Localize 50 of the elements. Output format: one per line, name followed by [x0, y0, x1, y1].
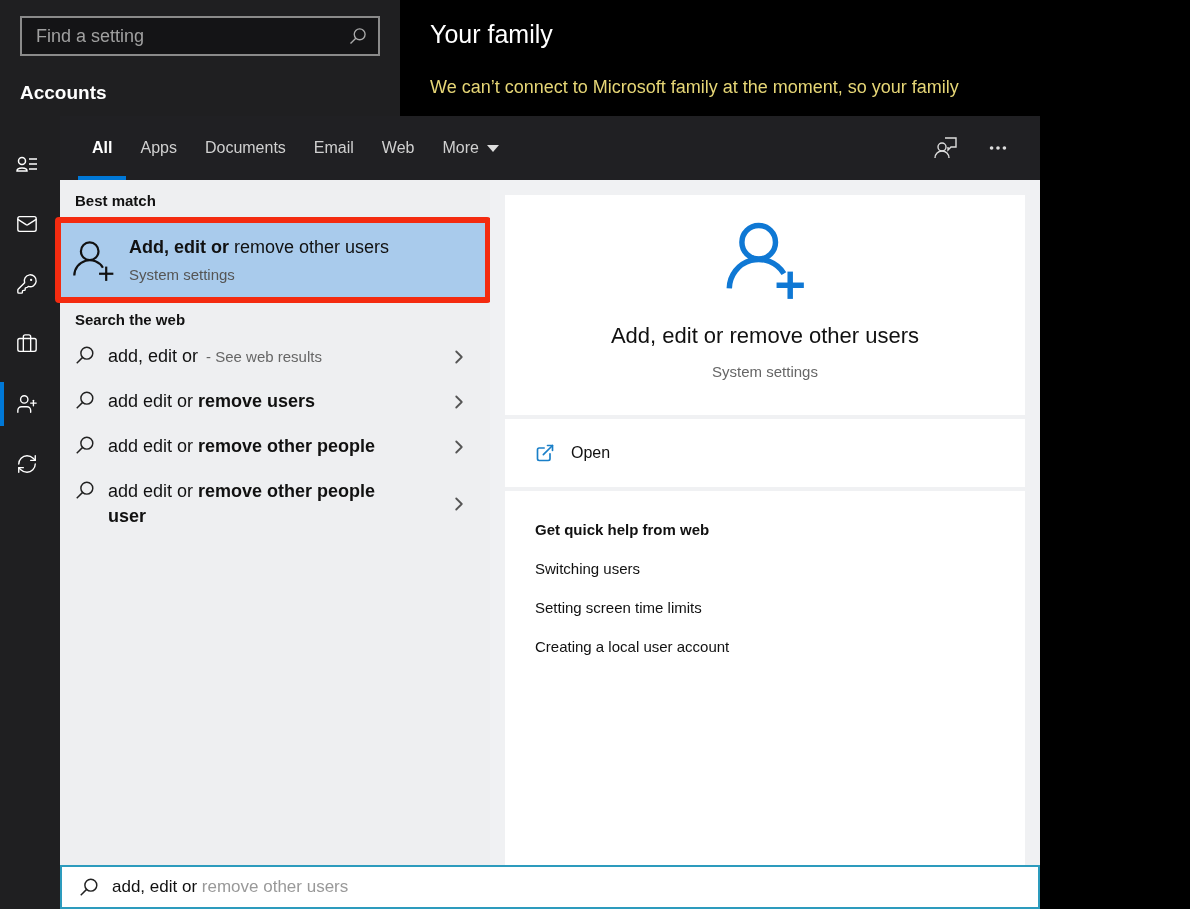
section-title: Accounts — [20, 82, 108, 104]
open-icon — [535, 443, 555, 463]
feedback-icon[interactable] — [934, 136, 958, 160]
page-title: Your family — [430, 20, 554, 49]
search-field[interactable]: add, edit or remove other users — [60, 865, 1040, 909]
search-icon — [74, 479, 96, 501]
search-icon — [74, 389, 96, 411]
help-link[interactable]: Setting screen time limits — [535, 599, 702, 616]
completion-text: remove other users — [201, 877, 349, 896]
section-heading: Best match — [74, 192, 157, 209]
result-text: add, edit or — [108, 345, 199, 368]
briefcase-icon — [16, 333, 38, 355]
caret-icon — [486, 144, 499, 152]
filter-tab[interactable]: Documents — [190, 116, 300, 180]
search-icon — [78, 876, 100, 898]
result-text: add edit or remove users — [108, 390, 316, 413]
best-match-item[interactable]: Add, edit or remove other users System settings — [55, 217, 491, 303]
result-text: add edit or remove other people user — [108, 480, 377, 528]
web-result[interactable]: add edit or remove other people user — [60, 469, 490, 539]
sync-icon — [16, 453, 38, 475]
filter-tab[interactable]: All — [78, 116, 127, 180]
mail-icon — [16, 213, 38, 235]
user-list-icon — [16, 155, 38, 173]
user-add-icon — [71, 238, 115, 282]
section-heading: Search the web — [74, 311, 187, 328]
warning-text: We can’t connect to Microsoft family at the moment, so your family — [430, 76, 960, 99]
search-icon — [74, 344, 96, 366]
filter-tab[interactable]: Apps — [126, 116, 191, 180]
user-add-icon — [16, 393, 38, 415]
key-icon — [16, 273, 38, 295]
help-heading: Get quick help from web — [535, 521, 710, 538]
result-hint: - See web results — [206, 348, 322, 365]
filter-tab[interactable]: More — [428, 116, 513, 180]
filter-tab[interactable]: Web — [367, 116, 429, 180]
search-icon — [348, 26, 368, 46]
filter-tab[interactable]: Email — [299, 116, 368, 180]
help-link[interactable]: Creating a local user account — [535, 638, 730, 655]
preview-subtitle: System settings — [712, 363, 818, 380]
web-result[interactable]: add edit or remove other people — [60, 424, 490, 469]
find-setting-field[interactable]: Find a setting — [20, 16, 380, 56]
result-title: Add, edit or remove other users — [129, 237, 390, 258]
search-icon — [74, 434, 96, 456]
query-text: add, edit or — [112, 877, 198, 896]
result-text: add edit or remove other people — [108, 435, 376, 458]
result-subtitle: System settings — [129, 266, 236, 283]
preview-title: Add, edit or remove other users — [610, 323, 920, 349]
web-result[interactable]: add edit or remove users — [60, 379, 490, 424]
web-result[interactable]: add, edit or - See web results — [60, 334, 490, 379]
help-link[interactable]: Switching users — [535, 560, 641, 577]
open-action[interactable]: Open — [535, 443, 611, 463]
